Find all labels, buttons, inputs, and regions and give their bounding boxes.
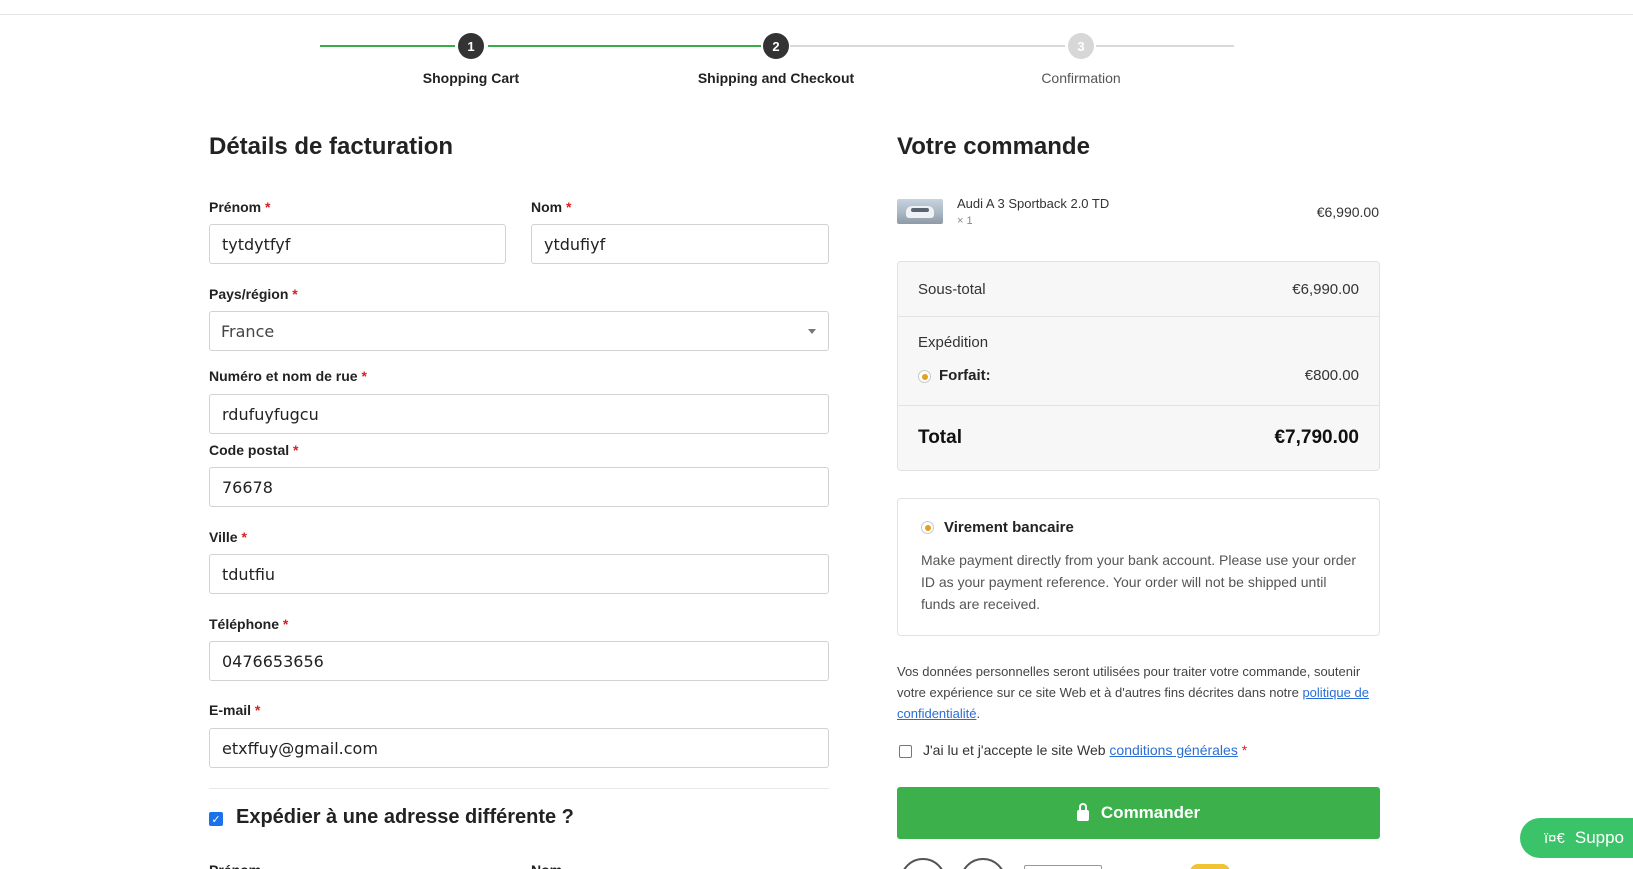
subtotal-value: €6,990.00	[1292, 281, 1359, 298]
step-2-badge: 2	[763, 33, 789, 59]
trust-badges	[900, 858, 1230, 869]
product-price: €6,990.00	[1316, 204, 1379, 220]
order-title: Votre commande	[897, 133, 1090, 160]
ship-different-checkbox[interactable]: ✓	[209, 812, 223, 826]
terms-link[interactable]: conditions générales	[1109, 742, 1237, 758]
step-connector	[320, 45, 455, 47]
product-quantity: × 1	[957, 215, 973, 227]
country-select-value: France	[221, 321, 275, 341]
ship-different-label: Expédier à une adresse différente ?	[236, 806, 574, 828]
shipping-label: Expédition	[918, 334, 989, 351]
payment-description: Make payment directly from your bank acc…	[921, 552, 1356, 612]
step-1-badge: 1	[458, 33, 484, 59]
shipping-radio[interactable]	[918, 370, 931, 383]
postcode-label: Code postal *	[209, 442, 299, 458]
city-label: Ville *	[209, 529, 247, 545]
postcode-field[interactable]: 76678	[209, 467, 829, 507]
section-divider	[209, 788, 829, 789]
secure-seal-icon	[900, 858, 946, 869]
country-label: Pays/région *	[209, 286, 298, 302]
total-value: €7,790.00	[1274, 427, 1359, 448]
payment-title: Virement bancaire	[944, 519, 1074, 536]
step-connector	[1096, 45, 1234, 47]
step-1-label: Shopping Cart	[422, 70, 520, 86]
step-connector	[790, 45, 1065, 47]
row-divider	[898, 405, 1379, 406]
first-name-label: Prénom *	[209, 199, 271, 215]
street-label: Numéro et nom de rue *	[209, 368, 367, 384]
last-name-label: Nom *	[531, 199, 572, 215]
payment-method-box: Virement bancaire Make payment directly …	[897, 498, 1380, 636]
product-name: Audi A 3 Sportback 2.0 TD	[957, 196, 1110, 211]
order-totals-table: Sous-total €6,990.00 Expédition Forfait:…	[897, 261, 1380, 471]
row-divider	[898, 316, 1379, 317]
support-button[interactable]: ï¤€ Suppo	[1520, 818, 1633, 858]
street-field[interactable]: rdufuyfugcu	[209, 394, 829, 434]
shipping-first-name-label: Prénom	[209, 862, 261, 869]
place-order-button[interactable]: Commander	[897, 787, 1380, 839]
payment-badge-icon	[1024, 865, 1102, 869]
checkout-stepper: 1 2 3 Shopping Cart Shipping and Checkou…	[0, 0, 1633, 100]
support-icon: ï¤€	[1544, 829, 1565, 847]
shipping-option-label: Forfait:	[939, 367, 991, 384]
city-field[interactable]: tdutfiu	[209, 554, 829, 594]
privacy-notice: Vos données personnelles seront utilisée…	[897, 664, 1369, 721]
shipping-option-value: €800.00	[1304, 367, 1359, 384]
chevron-down-icon	[808, 329, 816, 334]
email-field[interactable]: etxffuy@gmail.com	[209, 728, 829, 768]
step-connector	[488, 45, 761, 47]
billing-title: Détails de facturation	[209, 133, 454, 160]
payment-radio[interactable]	[921, 521, 934, 534]
guarantee-badge-icon	[1190, 864, 1230, 869]
place-order-label: Commander	[1100, 803, 1201, 822]
total-label: Total	[918, 427, 962, 448]
support-label: Suppo	[1574, 828, 1625, 847]
product-thumbnail	[897, 199, 943, 224]
phone-field[interactable]: 0476653656	[209, 641, 829, 681]
step-2-label: Shipping and Checkout	[697, 70, 855, 86]
step-3-label: Confirmation	[1041, 70, 1121, 86]
car-icon	[906, 206, 934, 218]
first-name-field[interactable]: tytdytfyf	[209, 224, 506, 264]
terms-checkbox[interactable]	[899, 745, 912, 758]
country-select[interactable]: France	[209, 311, 829, 351]
shipping-last-name-label: Nom	[531, 862, 562, 869]
lock-icon	[1076, 802, 1089, 821]
secure-seal-icon	[960, 858, 1006, 869]
step-3-badge: 3	[1068, 33, 1094, 59]
terms-label: J'ai lu et j'accepte le site Web conditi…	[923, 742, 1248, 758]
checkmark-icon: ✓	[211, 813, 221, 826]
email-label: E-mail *	[209, 702, 261, 718]
phone-label: Téléphone *	[209, 616, 289, 632]
last-name-field[interactable]: ytdufiyf	[531, 224, 829, 264]
subtotal-label: Sous-total	[918, 281, 986, 298]
